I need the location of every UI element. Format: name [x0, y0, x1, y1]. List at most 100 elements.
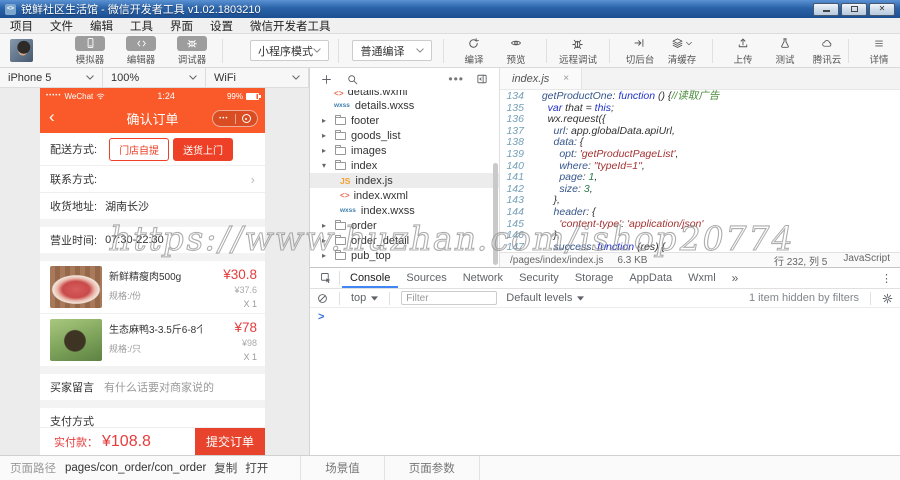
collapse-panel-icon[interactable] [476, 73, 488, 85]
console-prompt[interactable]: > [318, 311, 324, 323]
view-button[interactable]: 模拟器 [69, 36, 111, 66]
editor-status-bar: /pages/index/index.js 6.3 KB 行 232, 列 5 … [500, 252, 900, 267]
console-tab-storage[interactable]: Storage [567, 268, 622, 288]
folder-icon [335, 222, 346, 230]
code-line[interactable]: 142 size: 3, [500, 184, 900, 196]
menu-item[interactable]: 项目 [10, 18, 33, 34]
tab-label: index.js [512, 73, 549, 85]
console-tab-console[interactable]: Console [342, 268, 398, 288]
open-path-button[interactable]: 打开 [245, 460, 268, 476]
menu-item[interactable]: 微信开发者工具 [250, 18, 331, 34]
tree-scrollbar[interactable] [493, 163, 498, 265]
console-tab-security[interactable]: Security [511, 268, 567, 288]
menu-item[interactable]: 文件 [50, 18, 73, 34]
tree-file[interactable]: wxssdetails.wxss [310, 98, 499, 113]
console-tab-sources[interactable]: Sources [398, 268, 454, 288]
panel-menu-icon[interactable]: ⋮ [873, 268, 900, 288]
back-icon[interactable]: ‹ [49, 108, 55, 125]
tree-folder[interactable]: ▸goods_list [310, 128, 499, 143]
caret-right-icon: ▸ [322, 146, 330, 155]
view-button[interactable]: 编辑器 [120, 36, 162, 66]
toolbar-action-button[interactable]: 远程调试 [556, 36, 600, 66]
console-filter-bar: top Default levels 1 item hidden by filt… [310, 289, 900, 308]
add-file-icon[interactable] [321, 74, 332, 85]
language-mode[interactable]: JavaScript [843, 253, 890, 268]
tree-file[interactable]: < >details.wxml [310, 90, 499, 98]
toolbar-action-button[interactable]: 编译 [453, 36, 495, 66]
submit-order-button[interactable]: 提交订单 [195, 428, 265, 455]
toolbar-action-button[interactable]: 预览 [495, 36, 537, 66]
console-output[interactable]: > [310, 308, 900, 455]
section-gap [40, 219, 265, 227]
tree-folder[interactable]: ▾index [310, 158, 499, 173]
delivery-option-button[interactable]: 送货上门 [173, 138, 233, 161]
copy-path-button[interactable]: 复制 [214, 460, 237, 476]
mode-select[interactable]: 小程序模式 [250, 40, 329, 61]
console-tab-wxml[interactable]: Wxml [680, 268, 724, 288]
close-button[interactable]: ✕ [869, 3, 895, 16]
filter-input[interactable] [401, 291, 497, 305]
user-avatar[interactable] [10, 39, 33, 62]
menu-item[interactable]: 工具 [130, 18, 153, 34]
zoom-select[interactable]: 100% [103, 68, 206, 87]
context-select[interactable]: top [351, 292, 378, 304]
more-tabs-button[interactable]: » [724, 268, 747, 288]
buyer-message-row[interactable]: 买家留言 有什么话要对商家说的 [40, 374, 265, 400]
minimize-button[interactable] [813, 3, 839, 16]
maximize-button[interactable] [841, 3, 867, 16]
tree-folder[interactable]: ▸pub_top [310, 248, 499, 263]
toolbar-action-button[interactable]: 腾讯云 [806, 36, 848, 66]
action-label: 清缓存 [668, 52, 697, 66]
contact-row[interactable]: 联系方式: › [40, 165, 265, 192]
tree-file[interactable]: wxssindex.wxss [310, 203, 499, 218]
menu-item[interactable]: 设置 [210, 18, 233, 34]
compile-mode-select[interactable]: 普通编译 [352, 40, 431, 61]
view-button[interactable]: 调试器 [171, 36, 213, 66]
toolbar-action-button[interactable]: 上传 [722, 36, 764, 66]
console-tab-network[interactable]: Network [455, 268, 511, 288]
product-row[interactable]: 生态麻鸭3-3.5斤6-8个月份规格:/只¥78¥98X 1 [40, 313, 265, 366]
chevron-down-icon [686, 41, 692, 45]
capsule-menu[interactable]: ••• [212, 110, 258, 127]
tree-folder[interactable]: ▸order [310, 218, 499, 233]
delivery-option-button[interactable]: 门店自提 [109, 138, 169, 161]
tab-index-js[interactable]: index.js × [500, 68, 582, 89]
clear-console-icon[interactable] [317, 293, 328, 304]
battery-icon [246, 93, 259, 100]
log-level-select[interactable]: Default levels [506, 292, 584, 304]
compile-icon [467, 36, 480, 51]
network-select[interactable]: WiFi [206, 68, 309, 87]
phone-screen: ••••• WeChat 1:24 99% ‹ 确认订单 ••• 配送方式: 门… [40, 88, 265, 455]
code-lines[interactable]: 134 getProductOne: function () {//读取广告13… [500, 90, 900, 252]
code-line[interactable]: 145 'content-type': 'application/json' [500, 219, 900, 231]
search-icon[interactable] [347, 74, 358, 85]
tree-folder[interactable]: ▸footer [310, 113, 499, 128]
more-options-icon[interactable]: ••• [448, 76, 464, 82]
tree-file[interactable]: JSindex.js [310, 173, 499, 188]
menu-item[interactable]: 编辑 [90, 18, 113, 34]
toolbar-action-button[interactable]: 详情 [858, 36, 900, 66]
toolbar-action-button[interactable]: 测试 [764, 36, 806, 66]
console-settings-icon[interactable] [882, 293, 893, 304]
toolbar-action-button[interactable]: 切后台 [619, 36, 661, 66]
tree-folder[interactable]: ▸order_detail [310, 233, 499, 248]
device-select[interactable]: iPhone 5 [0, 68, 103, 87]
toolbar-separator [848, 39, 849, 63]
scene-value-button[interactable]: 场景值 [301, 460, 384, 476]
tree-file[interactable]: < >index.wxml [310, 188, 499, 203]
close-tab-icon[interactable]: × [563, 73, 569, 84]
code-line[interactable]: 147 success: function (res) { [500, 242, 900, 252]
page-params-button[interactable]: 页面参数 [385, 460, 479, 476]
console-tab-appdata[interactable]: AppData [621, 268, 680, 288]
tree-folder[interactable]: ▸images [310, 143, 499, 158]
product-row[interactable]: 新鲜精瘦肉500g规格:/份¥30.8¥37.6X 1 [40, 261, 265, 313]
toolbar-separator [338, 39, 339, 63]
line-number: 144 [500, 207, 536, 219]
folder-icon [335, 237, 346, 245]
menu-item[interactable]: 界面 [170, 18, 193, 34]
inspect-icon[interactable] [315, 268, 337, 288]
cursor-position[interactable]: 行 232, 列 5 [774, 253, 827, 268]
toolbar-action-button[interactable]: 清缓存 [661, 36, 703, 66]
file-tree-toolbar: ••• [310, 68, 499, 90]
carrier-label: WeChat [65, 92, 94, 101]
